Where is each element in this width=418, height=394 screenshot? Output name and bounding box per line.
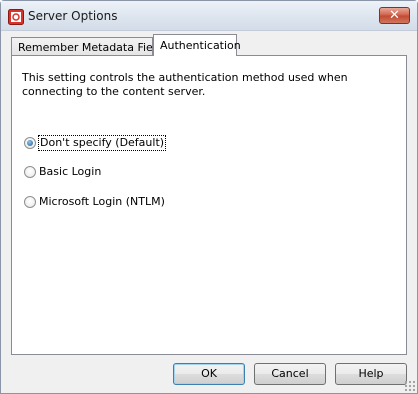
- tab-label: Authentication: [160, 39, 241, 52]
- close-icon: ✕: [389, 8, 400, 23]
- close-button[interactable]: ✕: [379, 7, 410, 24]
- tab-authentication[interactable]: Authentication: [153, 34, 241, 56]
- description-text: This setting controls the authentication…: [22, 71, 392, 99]
- help-button[interactable]: Help: [335, 363, 407, 385]
- cancel-button[interactable]: Cancel: [254, 363, 326, 385]
- radio-button[interactable]: [24, 196, 36, 208]
- description-line-1: This setting controls the authentication…: [22, 71, 348, 84]
- server-app-icon: [8, 9, 24, 25]
- server-options-dialog: Server Options ✕ Remember Metadata Field…: [0, 0, 418, 394]
- description-line-2: connecting to the content server.: [22, 85, 206, 98]
- radio-label[interactable]: Microsoft Login (NTLM): [39, 195, 165, 209]
- title-bar[interactable]: Server Options ✕: [1, 1, 417, 31]
- radio-button[interactable]: [24, 166, 36, 178]
- ok-button[interactable]: OK: [173, 363, 245, 385]
- resize-grip[interactable]: [404, 380, 415, 391]
- authentication-panel: This setting controls the authentication…: [11, 55, 407, 355]
- radio-label[interactable]: Basic Login: [39, 165, 101, 179]
- tab-label: Remember Metadata Fields: [18, 41, 169, 54]
- radio-button[interactable]: [24, 137, 36, 149]
- window-title: Server Options: [28, 9, 118, 23]
- radio-label[interactable]: Don't specify (Default): [37, 135, 167, 151]
